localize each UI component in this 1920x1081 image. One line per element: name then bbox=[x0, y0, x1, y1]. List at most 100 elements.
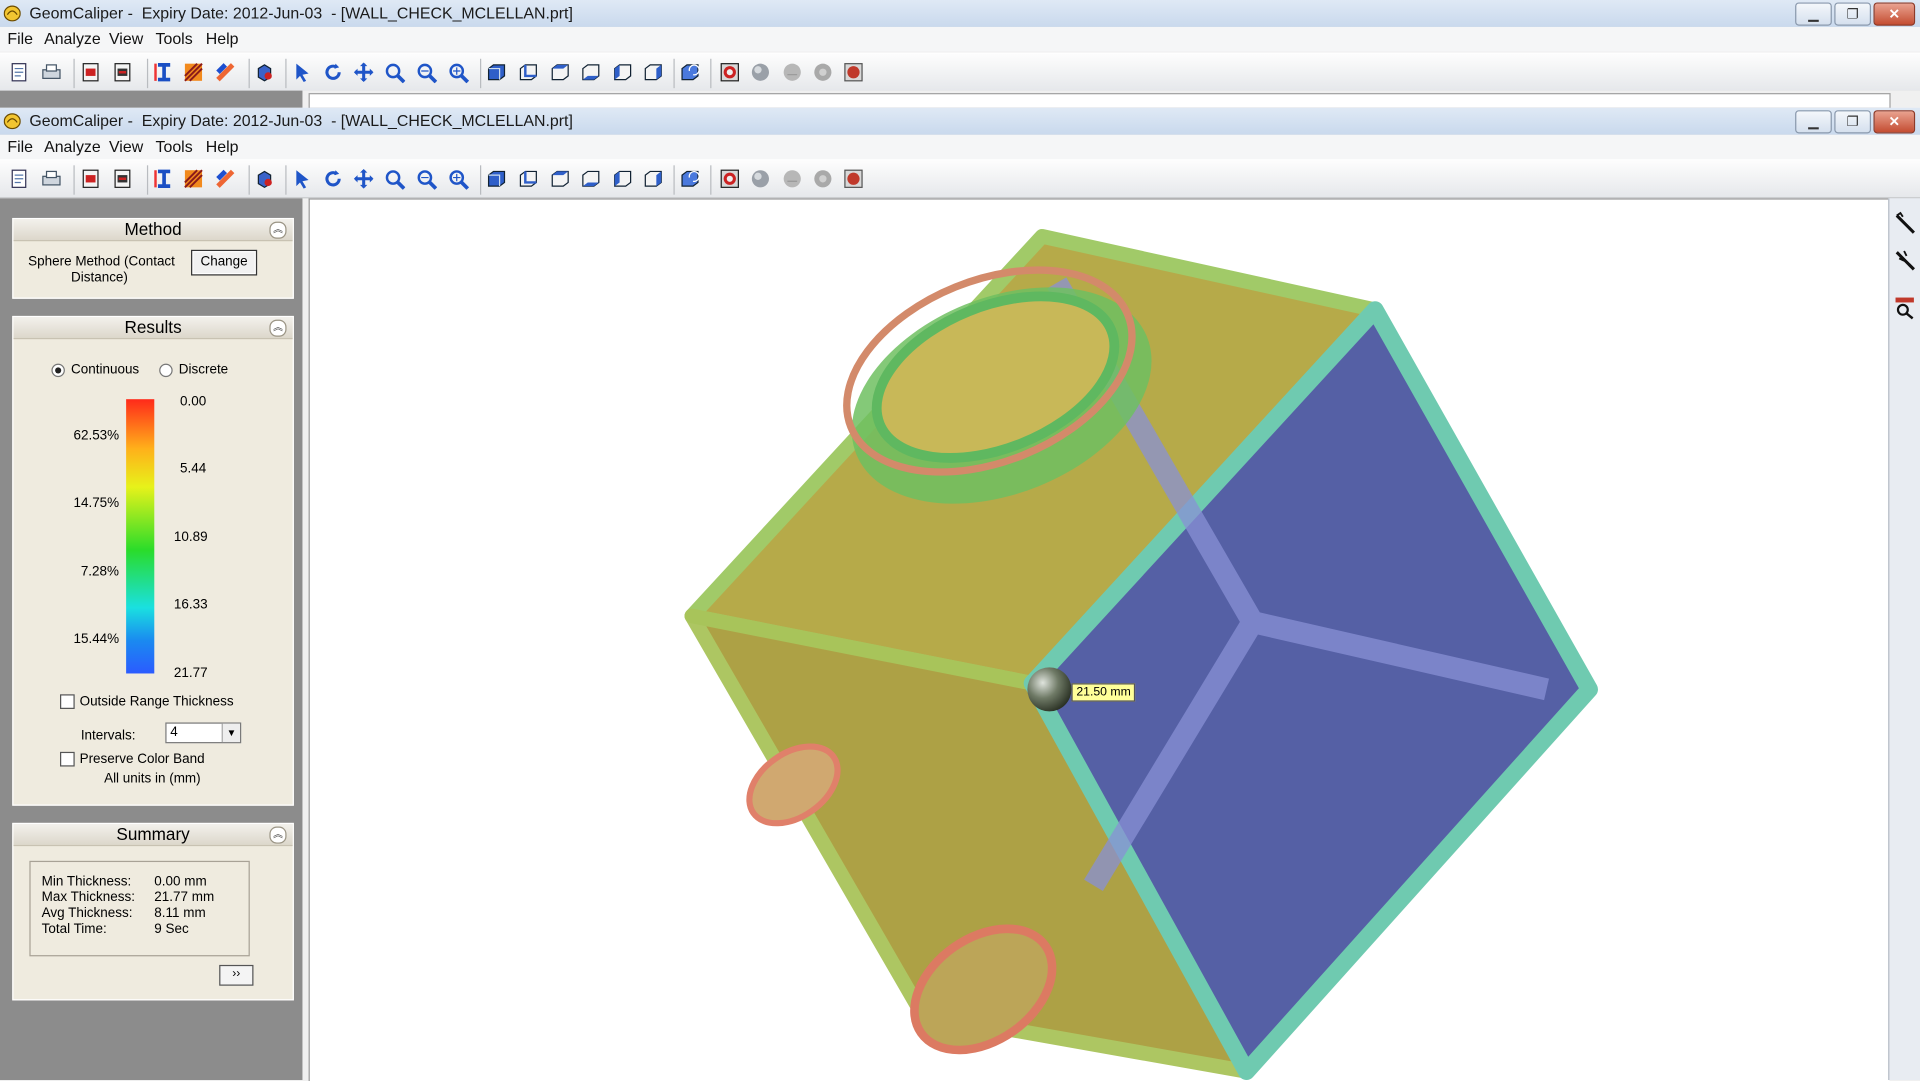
probe-thickness-label: 21.50 mm bbox=[1071, 683, 1136, 702]
clear-icon[interactable] bbox=[842, 61, 864, 83]
method-panel: Method ︽ Sphere Method (Contact Distance… bbox=[12, 217, 294, 299]
outer-menu-file[interactable]: File bbox=[7, 29, 33, 47]
zoom-icon[interactable] bbox=[415, 61, 438, 84]
chevron-down-icon[interactable]: ▼ bbox=[221, 723, 241, 743]
sphere-icon[interactable] bbox=[749, 168, 771, 190]
intervals-label: Intervals: bbox=[80, 728, 136, 744]
zoom-fit-icon[interactable] bbox=[447, 61, 469, 84]
part-icon[interactable] bbox=[253, 168, 275, 190]
menu-help[interactable]: Help bbox=[206, 137, 239, 155]
view-iso-icon[interactable] bbox=[678, 61, 700, 83]
view-top-icon[interactable] bbox=[549, 61, 571, 83]
clear-icon[interactable] bbox=[842, 168, 864, 190]
outer-window-title: GeomCaliper - Expiry Date: 2012-Jun-03 -… bbox=[29, 3, 573, 23]
view-front-icon[interactable] bbox=[485, 61, 507, 83]
results-collapse-icon[interactable]: ︽ bbox=[269, 319, 287, 337]
wall-thickness-icon[interactable] bbox=[153, 61, 175, 83]
outer-close-button[interactable]: ✕ bbox=[1873, 2, 1916, 26]
sphere-gray-icon[interactable] bbox=[812, 61, 834, 83]
pan-icon[interactable] bbox=[353, 61, 375, 83]
view-left-icon[interactable] bbox=[611, 168, 633, 190]
rotate-icon[interactable] bbox=[322, 168, 344, 190]
intervals-select[interactable]: 4 ▼ bbox=[165, 722, 242, 744]
import-icon[interactable] bbox=[80, 168, 102, 190]
part-icon[interactable] bbox=[253, 61, 275, 83]
more-details-button[interactable]: ›› bbox=[219, 964, 254, 986]
sphere-gray-icon[interactable] bbox=[812, 168, 834, 190]
summary-box: Min Thickness: 0.00 mm Max Thickness: 21… bbox=[29, 860, 250, 957]
toolbar-separator bbox=[480, 58, 482, 89]
outer-menu-help[interactable]: Help bbox=[206, 29, 239, 47]
preserve-color-band-checkbox[interactable] bbox=[60, 751, 75, 767]
zoom-fit-icon[interactable] bbox=[447, 168, 469, 190]
view-right-icon[interactable] bbox=[642, 61, 664, 83]
print-icon[interactable] bbox=[40, 168, 62, 190]
part-model[interactable] bbox=[310, 200, 1890, 1081]
surface-icon[interactable] bbox=[214, 61, 236, 83]
new-icon[interactable] bbox=[9, 168, 31, 190]
section-icon[interactable] bbox=[719, 168, 741, 190]
view-bottom-icon[interactable] bbox=[579, 61, 601, 83]
view-back-icon[interactable] bbox=[517, 61, 539, 83]
probe-sphere[interactable] bbox=[1027, 667, 1072, 712]
outer-minimize-button[interactable]: ▁ bbox=[1795, 2, 1832, 26]
new-icon[interactable] bbox=[9, 61, 31, 83]
section-icon[interactable] bbox=[719, 61, 741, 83]
probe-icon[interactable] bbox=[781, 61, 803, 83]
toolbar-separator bbox=[710, 58, 712, 89]
rotate-icon[interactable] bbox=[322, 61, 344, 83]
view-top-icon[interactable] bbox=[549, 168, 571, 190]
outside-range-label: Outside Range Thickness bbox=[79, 694, 234, 709]
view-right-icon[interactable] bbox=[642, 168, 664, 190]
close-button[interactable]: ✕ bbox=[1873, 110, 1916, 134]
toolbar-separator bbox=[248, 165, 250, 195]
discrete-label: Discrete bbox=[178, 362, 229, 378]
analysis-icon[interactable] bbox=[182, 61, 204, 83]
import-icon[interactable] bbox=[80, 61, 102, 83]
select-arrow-icon[interactable] bbox=[291, 168, 313, 190]
wall-thickness-icon[interactable] bbox=[153, 168, 175, 190]
view-back-icon[interactable] bbox=[517, 168, 539, 190]
geomcaliper-logo-icon bbox=[3, 5, 21, 22]
menu-view[interactable]: View bbox=[109, 137, 143, 155]
results-panel: Results ︽ Continuous Discrete 0.00 5.44 … bbox=[12, 315, 294, 806]
menu-file[interactable]: File bbox=[7, 137, 33, 155]
analysis-icon[interactable] bbox=[182, 168, 204, 190]
outer-restore-button[interactable]: ❐ bbox=[1834, 2, 1872, 26]
sphere-icon[interactable] bbox=[749, 61, 771, 83]
outer-menu-view[interactable]: View bbox=[109, 29, 143, 47]
menu-analyze[interactable]: Analyze bbox=[44, 137, 101, 155]
preserve-color-band-label: Preserve Color Band bbox=[79, 751, 205, 767]
summary-collapse-icon[interactable]: ︽ bbox=[269, 826, 287, 844]
3d-viewport[interactable]: 21.50 mm bbox=[308, 198, 1890, 1081]
view-bottom-icon[interactable] bbox=[579, 168, 601, 190]
view-front-icon[interactable] bbox=[485, 168, 507, 190]
zoom-window-icon[interactable] bbox=[383, 61, 406, 84]
print-icon[interactable] bbox=[40, 61, 62, 83]
probe-search-icon[interactable] bbox=[1893, 294, 1917, 321]
select-arrow-icon[interactable] bbox=[291, 61, 313, 83]
zoom-window-icon[interactable] bbox=[383, 168, 406, 190]
export-icon[interactable] bbox=[111, 168, 133, 190]
pan-icon[interactable] bbox=[353, 168, 375, 190]
measure-icon[interactable] bbox=[1893, 211, 1917, 238]
outer-menu-analyze[interactable]: Analyze bbox=[44, 29, 101, 47]
method-collapse-icon[interactable]: ︽ bbox=[269, 221, 287, 239]
zoom-icon[interactable] bbox=[415, 168, 438, 190]
scale-value-2: 10.89 bbox=[173, 530, 208, 545]
probe-icon[interactable] bbox=[781, 168, 803, 190]
continuous-radio[interactable] bbox=[51, 363, 65, 378]
outside-range-checkbox[interactable] bbox=[60, 694, 75, 709]
view-left-icon[interactable] bbox=[611, 61, 633, 83]
menu-bar: File Analyze View Tools Help bbox=[0, 134, 1920, 160]
surface-icon[interactable] bbox=[214, 168, 236, 190]
view-iso-icon[interactable] bbox=[678, 168, 700, 190]
outer-menu-tools[interactable]: Tools bbox=[156, 29, 193, 47]
minimize-button[interactable]: ▁ bbox=[1795, 110, 1832, 134]
measure-multi-icon[interactable] bbox=[1893, 247, 1917, 274]
discrete-radio[interactable] bbox=[159, 363, 173, 378]
menu-tools[interactable]: Tools bbox=[156, 137, 193, 155]
change-method-button[interactable]: Change bbox=[191, 249, 258, 276]
restore-button[interactable]: ❐ bbox=[1834, 110, 1872, 134]
export-icon[interactable] bbox=[111, 61, 133, 83]
